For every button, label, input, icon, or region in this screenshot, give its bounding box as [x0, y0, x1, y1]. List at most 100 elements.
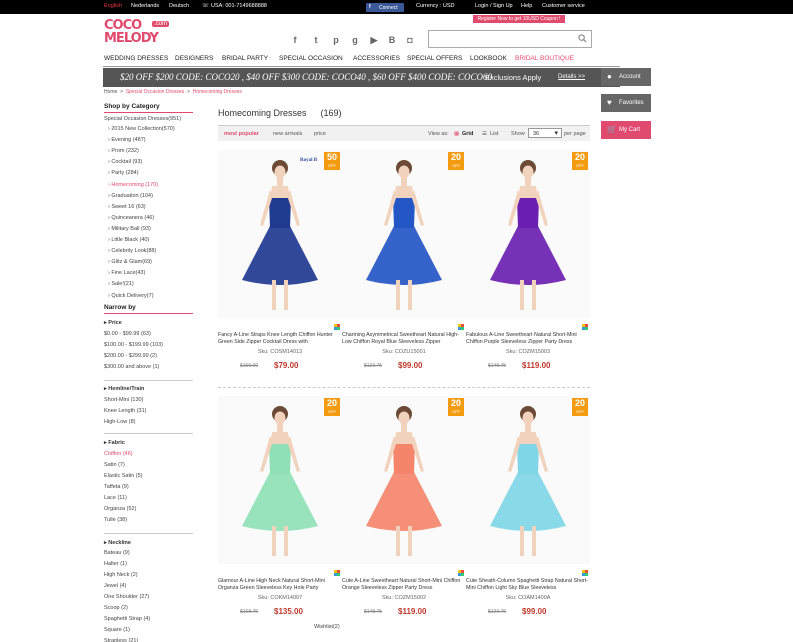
product-card[interactable]: 20 OFF Cute A-Line Sweetheart Natural Shor… [342, 396, 466, 626]
cart-tab[interactable]: 🛒 My Cart [601, 121, 651, 139]
product-card[interactable]: 50 OFF Royal B Fancy A-Line Straps Knee Len… [218, 150, 342, 380]
list-view-button[interactable]: List [490, 131, 499, 137]
product-card[interactable]: 20 OFF Glamour A-Line High Neck Natural Sh… [218, 396, 342, 626]
price-filter-item[interactable]: $100.00 - $199.99 (103) [104, 342, 163, 348]
lang-dutch-link[interactable]: Nederlands [131, 3, 159, 9]
product-description[interactable]: Cute A-Line Sweetheart Natural Short-Min… [342, 578, 466, 592]
facebook-icon[interactable]: f [290, 35, 300, 45]
price-filter-item[interactable]: $200.00 - $299.99 (2) [104, 353, 157, 359]
fabric-filter-item[interactable]: Tulle (38) [104, 517, 127, 523]
category-item[interactable]: › Graduation (104) [108, 193, 153, 199]
product-image[interactable] [466, 396, 590, 564]
color-swatch-icon[interactable] [582, 324, 588, 330]
product-card[interactable]: 20 OFF Cute Sheath-Column Spaghetti Strap … [466, 396, 590, 626]
category-item[interactable]: › 2015 New Collection(570) [108, 126, 175, 132]
neckline-filter-item[interactable]: Spaghetti Strap (4) [104, 616, 150, 622]
neckline-filter-item[interactable]: One Shoulder (27) [104, 594, 149, 600]
category-item[interactable]: › Evening (487) [108, 137, 146, 143]
neckline-filter-item[interactable]: Bateau (9) [104, 550, 130, 556]
neckline-filter-item[interactable]: Square (1) [104, 627, 130, 633]
product-description[interactable]: Glamour A-Line High Neck Natural Short-M… [218, 578, 342, 592]
lang-english-link[interactable]: English [104, 3, 122, 9]
color-swatch-icon[interactable] [582, 570, 588, 576]
color-swatch-icon[interactable] [458, 324, 464, 330]
google-plus-icon[interactable]: g [350, 35, 360, 45]
nav-wedding-dresses[interactable]: WEDDING DRESSES [104, 55, 168, 62]
register-coupon-banner[interactable]: Register Now to get 10USD Coupon ! [473, 15, 565, 23]
youtube-icon[interactable]: ▶ [369, 35, 379, 45]
category-item[interactable]: › Celebrity Look(88) [108, 248, 156, 254]
category-item[interactable]: › Party (284) [108, 170, 139, 176]
promo-details-link[interactable]: Details >> [558, 74, 585, 80]
category-item[interactable]: › Cocktail (93) [108, 159, 142, 165]
nav-lookbook[interactable]: LOOKBOOK [470, 55, 507, 62]
instagram-icon[interactable]: ◘ [405, 35, 415, 45]
product-image[interactable] [218, 396, 342, 564]
nav-special-occasion[interactable]: SPECIAL OCCASION [279, 55, 343, 62]
twitter-icon[interactable]: t [311, 35, 321, 45]
account-tab[interactable]: ● Account [601, 68, 651, 86]
currency-select[interactable]: Currency : USD [416, 3, 455, 9]
category-item[interactable]: › Prom (232) [108, 148, 139, 154]
sort-new-arrivals[interactable]: new arrivals [273, 131, 302, 137]
help-link[interactable]: Help [521, 3, 532, 9]
color-swatch-icon[interactable] [458, 570, 464, 576]
product-image[interactable] [218, 150, 342, 318]
per-page-select[interactable]: 36 ▾ [528, 128, 562, 138]
search-icon[interactable] [578, 34, 587, 43]
neckline-filter-item[interactable]: Jewel (4) [104, 583, 126, 589]
nav-bridal-party[interactable]: BRIDAL PARTY [222, 55, 268, 62]
search-input[interactable] [431, 33, 571, 45]
facebook-connect-button[interactable]: f Connect [366, 3, 404, 12]
grid-view-button[interactable]: Grid [462, 131, 473, 137]
product-description[interactable]: Fancy A-Line Straps Knee Length Chiffon … [218, 332, 342, 346]
pinterest-icon[interactable]: p [331, 35, 341, 45]
price-filter-item[interactable]: $0.00 - $99.99 (63) [104, 331, 151, 337]
lang-german-link[interactable]: Deutsch [169, 3, 189, 9]
fabric-filter-item[interactable]: Lace (11) [104, 495, 127, 501]
category-item[interactable]: › Sale!(21) [108, 281, 134, 287]
product-card[interactable]: 20 OFF Charming Asymmetrical Sweetheart Na… [342, 150, 466, 380]
color-swatch-icon[interactable] [334, 324, 340, 330]
product-image[interactable] [342, 150, 466, 318]
breadcrumb-special-occasion[interactable]: Special Occasion Dresses [126, 89, 184, 95]
product-card[interactable]: 20 OFF Fabulous A-Line Sweetheart Natural … [466, 150, 590, 380]
blog-icon[interactable]: B [387, 35, 397, 45]
favorites-tab[interactable]: ♥ Favorites [601, 94, 651, 112]
hemline-filter-item[interactable]: High-Low (8) [104, 419, 135, 425]
price-filter-item[interactable]: $300.00 and above (1) [104, 364, 159, 370]
product-description[interactable]: Fabulous A-Line Sweetheart Natural Short… [466, 332, 590, 346]
category-item[interactable]: › Little Black (40) [108, 237, 149, 243]
grid-view-icon[interactable]: ▦ [454, 131, 459, 137]
neckline-filter-item[interactable]: Halter (1) [104, 561, 127, 567]
nav-accessories[interactable]: ACCESSORIES [353, 55, 400, 62]
sort-most-popular[interactable]: most popular [224, 131, 259, 137]
color-swatch-icon[interactable] [334, 570, 340, 576]
fabric-filter-item[interactable]: Taffeta (9) [104, 484, 129, 490]
sort-price[interactable]: price [314, 131, 326, 137]
fabric-filter-item[interactable]: Satin (7) [104, 462, 125, 468]
nav-bridal-boutique[interactable]: BRIDAL BOUTIQUE [515, 55, 574, 62]
product-description[interactable]: Charming Asymmetrical Sweetheart Natural… [342, 332, 466, 346]
breadcrumb-homecoming[interactable]: Homecoming Dresses [193, 89, 242, 95]
nav-designers[interactable]: DESIGNERS [175, 55, 213, 62]
login-link[interactable]: Login / Sign Up [475, 3, 513, 9]
neckline-filter-item[interactable]: Scoop (2) [104, 605, 128, 611]
customer-service-link[interactable]: Customer service [542, 3, 585, 9]
product-image[interactable] [466, 150, 590, 318]
product-image[interactable] [342, 396, 466, 564]
category-item[interactable]: › Glitz & Glam(69) [108, 259, 152, 265]
fabric-filter-item[interactable]: Chiffon (46) [104, 451, 133, 457]
neckline-filter-item[interactable]: High Neck (2) [104, 572, 138, 578]
category-item[interactable]: › Homecoming (170) [108, 182, 158, 188]
fabric-filter-item[interactable]: Elastic Satin (5) [104, 473, 143, 479]
category-item[interactable]: › Military Ball (93) [108, 226, 151, 232]
product-description[interactable]: Cute Sheath-Column Spaghetti Strap Natur… [466, 578, 590, 592]
category-item[interactable]: › Fine Lace(43) [108, 270, 145, 276]
nav-special-offers[interactable]: SPECIAL OFFERS [407, 55, 462, 62]
breadcrumb-home[interactable]: Home [104, 89, 117, 95]
site-logo[interactable]: COCO MELODY .com [104, 18, 180, 48]
neckline-filter-item[interactable]: Strapless (21) [104, 638, 138, 642]
fabric-filter-item[interactable]: Organza (52) [104, 506, 136, 512]
hemline-filter-item[interactable]: Knee Length (31) [104, 408, 147, 414]
